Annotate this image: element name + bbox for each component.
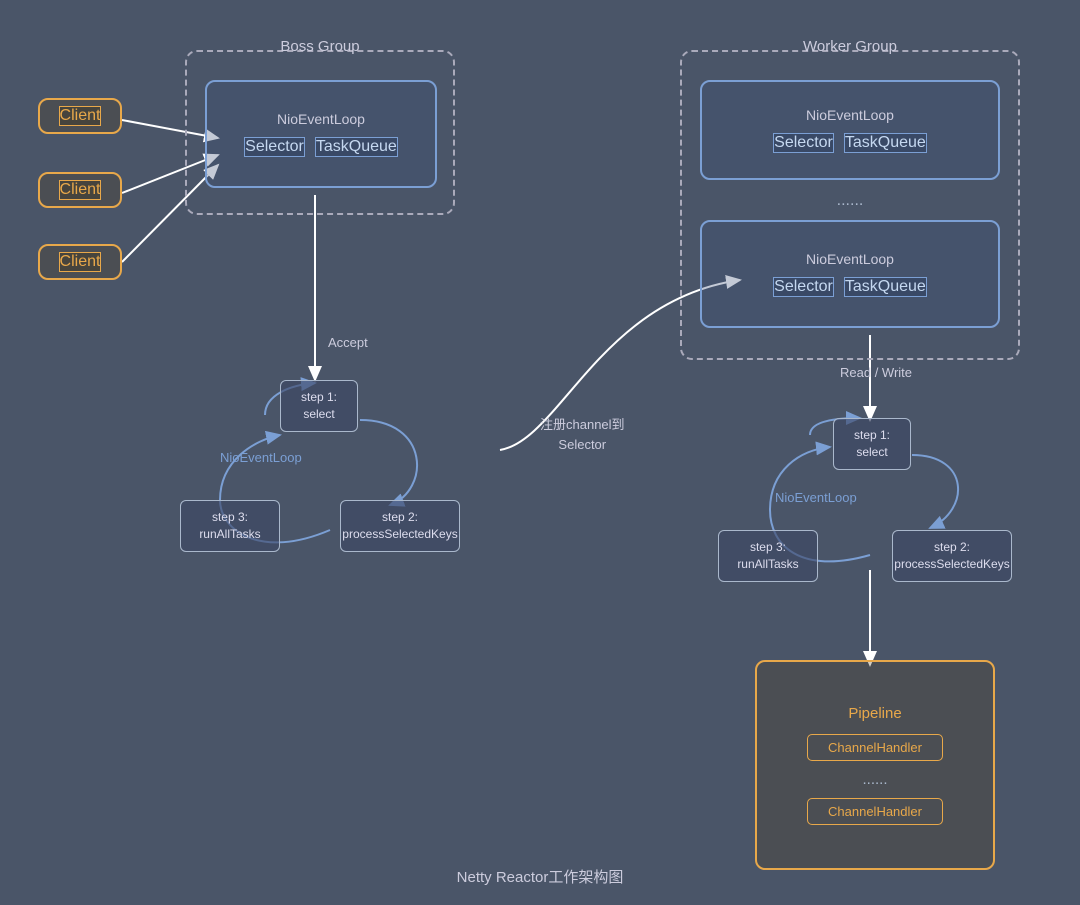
client-2-label: Client: [59, 180, 102, 200]
boss-step2-box: step 2:processSelectedKeys: [340, 500, 460, 552]
diagram: Client Client Client Boss Group NioEvent…: [0, 0, 1080, 905]
register-label: 注册channel到 Selector: [540, 415, 625, 454]
worker-selector-tag-2: Selector: [773, 277, 834, 297]
boss-nioeventloop-box: NioEventLoop Selector TaskQueue: [205, 80, 437, 188]
boss-step1-box: step 1:select: [280, 380, 358, 432]
boss-group-box: Boss Group NioEventLoop Selector TaskQue…: [185, 50, 455, 215]
pipeline-box: Pipeline ChannelHandler ...... ChannelHa…: [755, 660, 995, 870]
pipeline-handler2: ChannelHandler: [807, 798, 943, 825]
worker-step2-box: step 2:processSelectedKeys: [892, 530, 1012, 582]
worker-ellipsis: ......: [837, 192, 864, 210]
boss-taskqueue-tag: TaskQueue: [315, 137, 398, 157]
worker-step1-box: step 1:select: [833, 418, 911, 470]
diagram-caption: Netty Reactor工作架构图: [457, 866, 624, 887]
worker-nio-title-2: NioEventLoop: [806, 251, 894, 267]
worker-loop-label: NioEventLoop: [775, 490, 857, 505]
boss-nio-title: NioEventLoop: [277, 111, 365, 127]
client-2: Client: [38, 172, 122, 208]
readwrite-label: Read / Write: [840, 365, 912, 380]
accept-label: Accept: [328, 335, 368, 350]
boss-group-title: Boss Group: [280, 38, 359, 55]
client-1: Client: [38, 98, 122, 134]
worker-taskqueue-tag-2: TaskQueue: [844, 277, 927, 297]
pipeline-ellipsis: ......: [862, 771, 887, 788]
client-3-label: Client: [59, 252, 102, 272]
boss-step3-box: step 3:runAllTasks: [180, 500, 280, 552]
pipeline-title: Pipeline: [848, 705, 901, 722]
client-1-label: Client: [59, 106, 102, 126]
worker-nioeventloop-box-2: NioEventLoop Selector TaskQueue: [700, 220, 1000, 328]
worker-group-title: Worker Group: [803, 38, 897, 55]
worker-step3-box: step 3:runAllTasks: [718, 530, 818, 582]
worker-selector-tag-1: Selector: [773, 133, 834, 153]
worker-group-box: Worker Group NioEventLoop Selector TaskQ…: [680, 50, 1020, 360]
pipeline-handler1: ChannelHandler: [807, 734, 943, 761]
worker-taskqueue-tag-1: TaskQueue: [844, 133, 927, 153]
boss-loop-label: NioEventLoop: [220, 450, 302, 465]
worker-nio-title-1: NioEventLoop: [806, 107, 894, 123]
client-3: Client: [38, 244, 122, 280]
boss-selector-tag: Selector: [244, 137, 305, 157]
worker-nioeventloop-box-1: NioEventLoop Selector TaskQueue: [700, 80, 1000, 180]
